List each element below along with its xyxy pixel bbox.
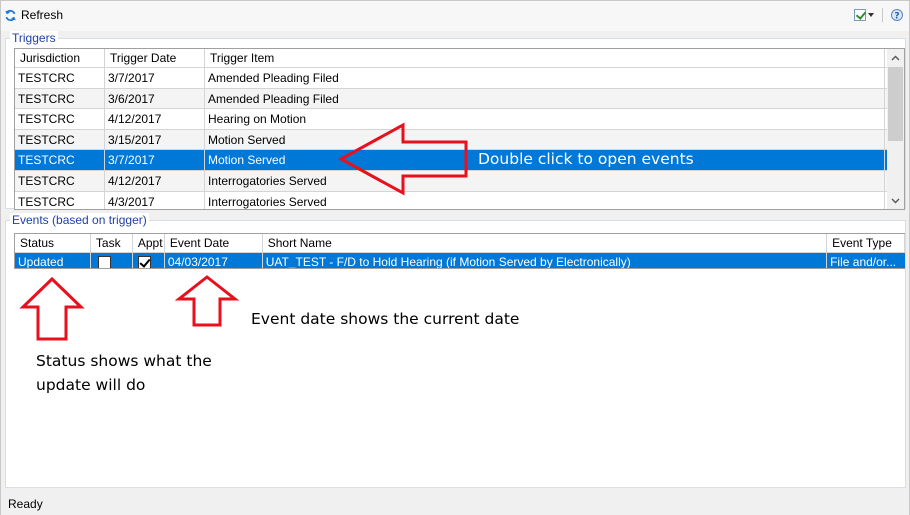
toolbar: Refresh ? (1, 1, 909, 31)
cell-trigger-date: 3/7/2017 (105, 68, 205, 88)
column-header-task[interactable]: Task (91, 234, 133, 252)
annotation-arrow-up-event-date (174, 275, 240, 327)
chevron-down-icon (868, 13, 874, 17)
triggers-legend: Triggers (10, 31, 58, 45)
cell-jurisdiction: TESTCRC (15, 129, 105, 150)
event-row-selected[interactable]: Updated 04/03/2017 UAT_TEST - F/D to Hol… (15, 253, 905, 269)
cell-trigger-item: Amended Pleading Filed (205, 88, 885, 109)
cell-jurisdiction: TESTCRC (15, 68, 105, 88)
help-icon[interactable]: ? (891, 8, 903, 22)
chevron-down-icon (891, 198, 900, 203)
cell-task (91, 253, 133, 268)
annotation-status-line1: Status shows what the (36, 352, 212, 370)
toolbar-separator (882, 8, 883, 22)
scroll-thumb[interactable] (888, 67, 903, 141)
column-header-trigger-date[interactable]: Trigger Date (105, 49, 205, 67)
table-row[interactable]: TESTCRC 3/6/2017 Amended Pleading Filed (15, 88, 904, 110)
table-row[interactable]: TESTCRC 3/7/2017 Amended Pleading Filed (15, 68, 904, 89)
cell-jurisdiction: TESTCRC (15, 191, 105, 209)
cell-trigger-date: 4/3/2017 (105, 191, 205, 209)
cell-jurisdiction: TESTCRC (15, 170, 105, 191)
refresh-icon (5, 9, 16, 21)
triggers-header: Jurisdiction Trigger Date Trigger Item (15, 49, 904, 68)
status-bar: Ready (1, 493, 909, 515)
column-header-trigger-item[interactable]: Trigger Item (205, 49, 885, 67)
refresh-label: Refresh (21, 8, 64, 22)
cell-trigger-item: Amended Pleading Filed (205, 68, 885, 88)
cell-trigger-item: Interrogatories Served (205, 191, 885, 209)
toolbar-right: ? (854, 8, 903, 22)
column-header-event-date[interactable]: Event Date (165, 234, 263, 252)
annotation-arrow-left (337, 122, 468, 196)
events-header: Status Task Appt Event Date Short Name E… (15, 234, 905, 253)
appt-checkbox[interactable] (137, 256, 151, 268)
status-text: Ready (8, 497, 43, 511)
column-header-event-type[interactable]: Event Type (827, 234, 905, 252)
column-header-jurisdiction[interactable]: Jurisdiction (15, 49, 105, 67)
annotation-arrow-up-status (19, 276, 85, 341)
chevron-up-icon (891, 55, 900, 60)
triggers-scrollbar[interactable] (887, 49, 904, 209)
task-checkbox[interactable] (97, 256, 111, 268)
cell-jurisdiction: TESTCRC (15, 150, 105, 170)
cell-trigger-date: 3/15/2017 (105, 129, 205, 150)
cell-appt (133, 253, 165, 268)
column-header-short-name[interactable]: Short Name (263, 234, 828, 252)
annotation-double-click: Double click to open events (478, 150, 694, 168)
checkbox-dropdown-button[interactable] (854, 9, 874, 21)
events-legend: Events (based on trigger) (10, 213, 149, 227)
column-header-status[interactable]: Status (15, 234, 91, 252)
cell-short-name: UAT_TEST - F/D to Hold Hearing (if Motio… (263, 253, 828, 268)
cell-status: Updated (15, 253, 91, 268)
checkbox-icon (854, 9, 866, 21)
cell-trigger-item: Hearing on Motion (205, 109, 885, 129)
cell-trigger-date: 4/12/2017 (105, 109, 205, 129)
scroll-down-button[interactable] (887, 192, 904, 209)
annotation-event-date: Event date shows the current date (251, 310, 520, 328)
cell-trigger-date: 3/6/2017 (105, 88, 205, 109)
scroll-up-button[interactable] (887, 49, 904, 66)
refresh-button[interactable]: Refresh (4, 8, 63, 22)
annotation-status-line2: update will do (36, 376, 146, 394)
cell-jurisdiction: TESTCRC (15, 88, 105, 109)
cell-event-type: File and/or... (830, 255, 897, 269)
cell-trigger-date: 4/12/2017 (105, 170, 205, 191)
app-window: Refresh ? Triggers Jurisdiction Trigger … (0, 0, 910, 515)
cell-trigger-date: 3/7/2017 (105, 150, 205, 170)
column-header-appt[interactable]: Appt (133, 234, 165, 252)
svg-text:?: ? (894, 12, 899, 22)
cell-trigger-item: Interrogatories Served (205, 170, 885, 191)
cell-jurisdiction: TESTCRC (15, 109, 105, 129)
events-grid[interactable]: Status Task Appt Event Date Short Name E… (14, 233, 905, 269)
cell-event-date: 04/03/2017 (165, 253, 263, 268)
